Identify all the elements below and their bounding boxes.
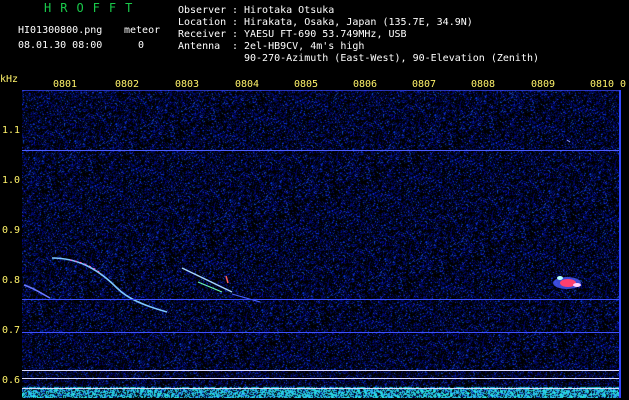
timestamp: 08.01.30 08:00 <box>18 40 103 51</box>
meteor-echo-trace <box>181 267 233 293</box>
y-tick: 0.9 <box>2 225 21 236</box>
reference-line <box>22 388 619 389</box>
antenna-key: Antenna <box>178 41 221 52</box>
meteor-echo-trace <box>197 281 223 293</box>
x-tick: 0802 <box>115 79 140 90</box>
meteor-count: 0 <box>138 40 145 51</box>
y-tick: 1.1 <box>2 125 21 136</box>
reference-line <box>22 299 619 300</box>
antenna-value-1: 2el-HB9CV, 4m's high <box>244 41 365 52</box>
colon: : <box>232 41 239 52</box>
x-tick: 0807 <box>412 79 437 90</box>
colon: : <box>232 29 239 40</box>
receiver-value: YAESU FT-690 53.749MHz, USB <box>244 29 407 40</box>
meteor-echo-trace <box>566 139 571 143</box>
observer-key: Observer <box>178 5 227 16</box>
location-value: Hirakata, Osaka, Japan (135.7E, 34.9N) <box>244 17 473 28</box>
meteor-traces <box>23 139 581 313</box>
right-edge-bar <box>619 90 621 398</box>
reference-line <box>22 150 619 151</box>
meteor-echo-trace <box>225 275 229 284</box>
meteor-label: meteor <box>124 25 161 36</box>
y-tick: 0.8 <box>2 275 21 286</box>
brand-title: HROFFT <box>44 1 142 15</box>
antenna-value-2: 90-270-Azimuth (East-West), 90-Elevation… <box>244 53 540 64</box>
colon: : <box>232 17 239 28</box>
reference-line <box>22 370 619 371</box>
x-tick: 0809 <box>531 79 556 90</box>
colon: : <box>232 5 239 16</box>
reference-line <box>22 378 619 379</box>
x-tick: 0804 <box>235 79 260 90</box>
x-tick: 0805 <box>294 79 319 90</box>
top-border-line <box>22 90 619 91</box>
y-tick: 0.6 <box>2 375 21 386</box>
meteor-echo-trace <box>51 257 168 313</box>
x-tick: 0806 <box>353 79 378 90</box>
x-tick: 0801 <box>53 79 78 90</box>
location-key: Location <box>178 17 227 28</box>
observer-value: Hirotaka Otsuka <box>244 5 335 16</box>
meteor-echo-blob <box>553 276 581 289</box>
reference-line <box>22 332 619 333</box>
x-tick: 0803 <box>175 79 200 90</box>
file-name: HI01300800.png <box>18 25 103 36</box>
meteor-echo-trace <box>231 293 261 303</box>
x-tick: 0810 <box>590 79 615 90</box>
y-tick: 0.7 <box>2 325 21 336</box>
spectrogram-plot <box>22 90 619 398</box>
x-tick: 0808 <box>471 79 496 90</box>
y-unit-label: kHz <box>0 74 19 85</box>
y-tick: 1.0 <box>2 175 21 186</box>
meteor-echo-trace <box>23 284 51 299</box>
x-tick: 0 <box>620 79 627 90</box>
receiver-key: Receiver <box>178 29 227 40</box>
spectrogram-window: HROFFT HI01300800.png 08.01.30 08:00 met… <box>0 0 629 400</box>
